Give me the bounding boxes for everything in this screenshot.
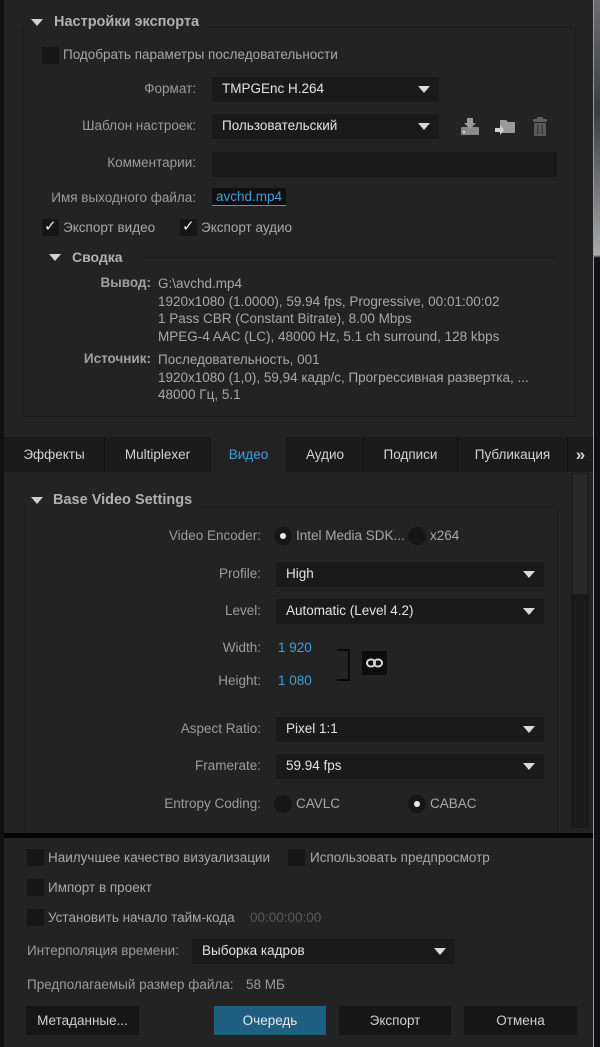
height-label: Height: xyxy=(218,673,261,688)
summary-output-label: Вывод: xyxy=(100,275,151,290)
window-edge xyxy=(593,0,600,1047)
tab-publish[interactable]: Публикация xyxy=(458,437,568,472)
base-video-panel xyxy=(24,506,558,836)
encoder-intel-label: Intel Media SDK... xyxy=(296,528,405,543)
import-project-checkbox[interactable] xyxy=(27,879,44,896)
format-label: Формат: xyxy=(144,81,196,96)
import-preset-icon[interactable] xyxy=(494,117,516,137)
tab-effects[interactable]: Эффекты xyxy=(4,437,105,472)
queue-button[interactable]: Очередь xyxy=(214,1006,326,1035)
entropy-coding-label: Entropy Coding: xyxy=(164,796,261,811)
max-render-quality-label: Наилучшее качество визуализации xyxy=(48,850,271,865)
use-previews-label: Использовать предпросмотр xyxy=(310,850,490,865)
tab-video[interactable]: Видео xyxy=(211,437,287,472)
chevron-down-icon xyxy=(418,123,430,130)
scrollbar-track[interactable] xyxy=(571,473,589,828)
time-interpolation-label: Интерполяция времени: xyxy=(27,943,179,958)
set-timecode-checkbox[interactable] xyxy=(27,909,44,926)
level-label: Level: xyxy=(224,603,261,618)
constrain-proportions-toggle[interactable] xyxy=(362,651,387,675)
max-render-quality-checkbox[interactable] xyxy=(27,849,44,866)
video-encoder-label: Video Encoder: xyxy=(168,528,261,543)
export-video-label: Экспорт видео xyxy=(63,220,156,235)
save-preset-icon[interactable] xyxy=(459,117,481,137)
time-interpolation-value: Выборка кадров xyxy=(202,943,305,958)
export-settings-window: Настройки экспорта Подобрать параметры п… xyxy=(0,0,593,1047)
tab-captions[interactable]: Подписи xyxy=(364,437,458,472)
encoder-x264-label: x264 xyxy=(430,528,460,543)
settings-tabs: Эффекты Multiplexer Видео Аудио Подписи … xyxy=(4,437,593,472)
tab-audio[interactable]: Аудио xyxy=(287,437,364,472)
export-audio-label: Экспорт аудио xyxy=(201,220,293,235)
output-name-link[interactable]: avchd.mp4 xyxy=(212,188,287,206)
collapse-triangle-icon[interactable] xyxy=(31,497,43,504)
aspect-ratio-label: Aspect Ratio: xyxy=(180,721,261,736)
chevron-down-icon xyxy=(523,726,535,733)
framerate-value: 59.94 fps xyxy=(286,758,342,773)
profile-dropdown[interactable]: High xyxy=(276,562,544,587)
chevron-down-icon xyxy=(523,763,535,770)
match-sequence-checkbox[interactable] xyxy=(42,47,59,64)
import-project-label: Импорт в проект xyxy=(48,880,152,895)
scrollbar-thumb[interactable] xyxy=(572,473,588,595)
width-value[interactable]: 1 920 xyxy=(278,640,312,655)
preset-value: Пользовательский xyxy=(222,118,338,133)
output-name-label: Имя выходного файла: xyxy=(51,190,196,205)
entropy-cabac-label: CABAC xyxy=(430,796,477,811)
timecode-value[interactable]: 00:00:00:00 xyxy=(250,910,321,925)
profile-value: High xyxy=(286,566,314,581)
preset-dropdown[interactable]: Пользовательский xyxy=(212,114,439,139)
encoder-intel-radio[interactable] xyxy=(274,527,292,545)
summary-source-label: Источник: xyxy=(83,351,151,366)
estimated-size-label: Предполагаемый размер файла: xyxy=(27,977,234,992)
chevron-down-icon xyxy=(418,86,430,93)
match-sequence-label: Подобрать параметры последовательности xyxy=(63,47,338,62)
summary-title: Сводка xyxy=(72,249,123,265)
level-dropdown[interactable]: Automatic (Level 4.2) xyxy=(276,599,544,624)
collapse-triangle-icon[interactable] xyxy=(31,19,43,26)
panel-divider[interactable] xyxy=(4,833,593,838)
summary-output-text: G:\avchd.mp4 1920x1080 (1.0000), 59.94 f… xyxy=(158,276,500,344)
cancel-button[interactable]: Отмена xyxy=(464,1006,577,1035)
framerate-label: Framerate: xyxy=(194,758,261,773)
comments-label: Комментарии: xyxy=(107,155,196,170)
estimated-size-value: 58 МБ xyxy=(246,977,285,992)
aspect-ratio-value: Pixel 1:1 xyxy=(286,721,338,736)
delete-preset-icon[interactable] xyxy=(531,116,549,138)
set-timecode-label: Установить начало тайм-кода xyxy=(48,910,235,925)
chevron-down-icon xyxy=(434,948,446,955)
entropy-cabac-radio[interactable] xyxy=(408,795,426,813)
export-video-checkbox[interactable] xyxy=(42,217,59,236)
time-interpolation-dropdown[interactable]: Выборка кадров xyxy=(192,939,455,964)
level-value: Automatic (Level 4.2) xyxy=(286,603,414,618)
chevron-down-icon xyxy=(523,608,535,615)
chevron-down-icon xyxy=(523,571,535,578)
format-dropdown[interactable]: TMPGEnc H.264 xyxy=(212,77,439,102)
width-label: Width: xyxy=(222,640,261,655)
export-audio-checkbox[interactable] xyxy=(180,217,197,236)
collapse-triangle-icon[interactable] xyxy=(49,254,61,261)
metadata-button[interactable]: Метаданные... xyxy=(26,1006,139,1035)
summary-source-text: Последовательность, 001 1920x1080 (1,0),… xyxy=(158,352,529,402)
comments-input[interactable] xyxy=(212,152,557,177)
height-value[interactable]: 1 080 xyxy=(278,673,312,688)
encoder-x264-radio[interactable] xyxy=(408,527,426,545)
chain-link-icon xyxy=(366,658,383,668)
profile-label: Profile: xyxy=(218,566,261,581)
tabs-overflow-button[interactable]: » xyxy=(568,437,593,472)
format-value: TMPGEnc H.264 xyxy=(222,81,325,96)
framerate-dropdown[interactable]: 59.94 fps xyxy=(276,754,544,779)
export-button[interactable]: Экспорт xyxy=(339,1006,451,1035)
entropy-cavlc-radio[interactable] xyxy=(274,795,292,813)
tab-multiplexer[interactable]: Multiplexer xyxy=(105,437,211,472)
entropy-cavlc-label: CAVLC xyxy=(296,796,341,811)
link-bracket xyxy=(337,649,350,681)
aspect-ratio-dropdown[interactable]: Pixel 1:1 xyxy=(276,717,544,742)
use-previews-checkbox[interactable] xyxy=(288,849,305,866)
preset-label: Шаблон настроек: xyxy=(82,118,196,133)
